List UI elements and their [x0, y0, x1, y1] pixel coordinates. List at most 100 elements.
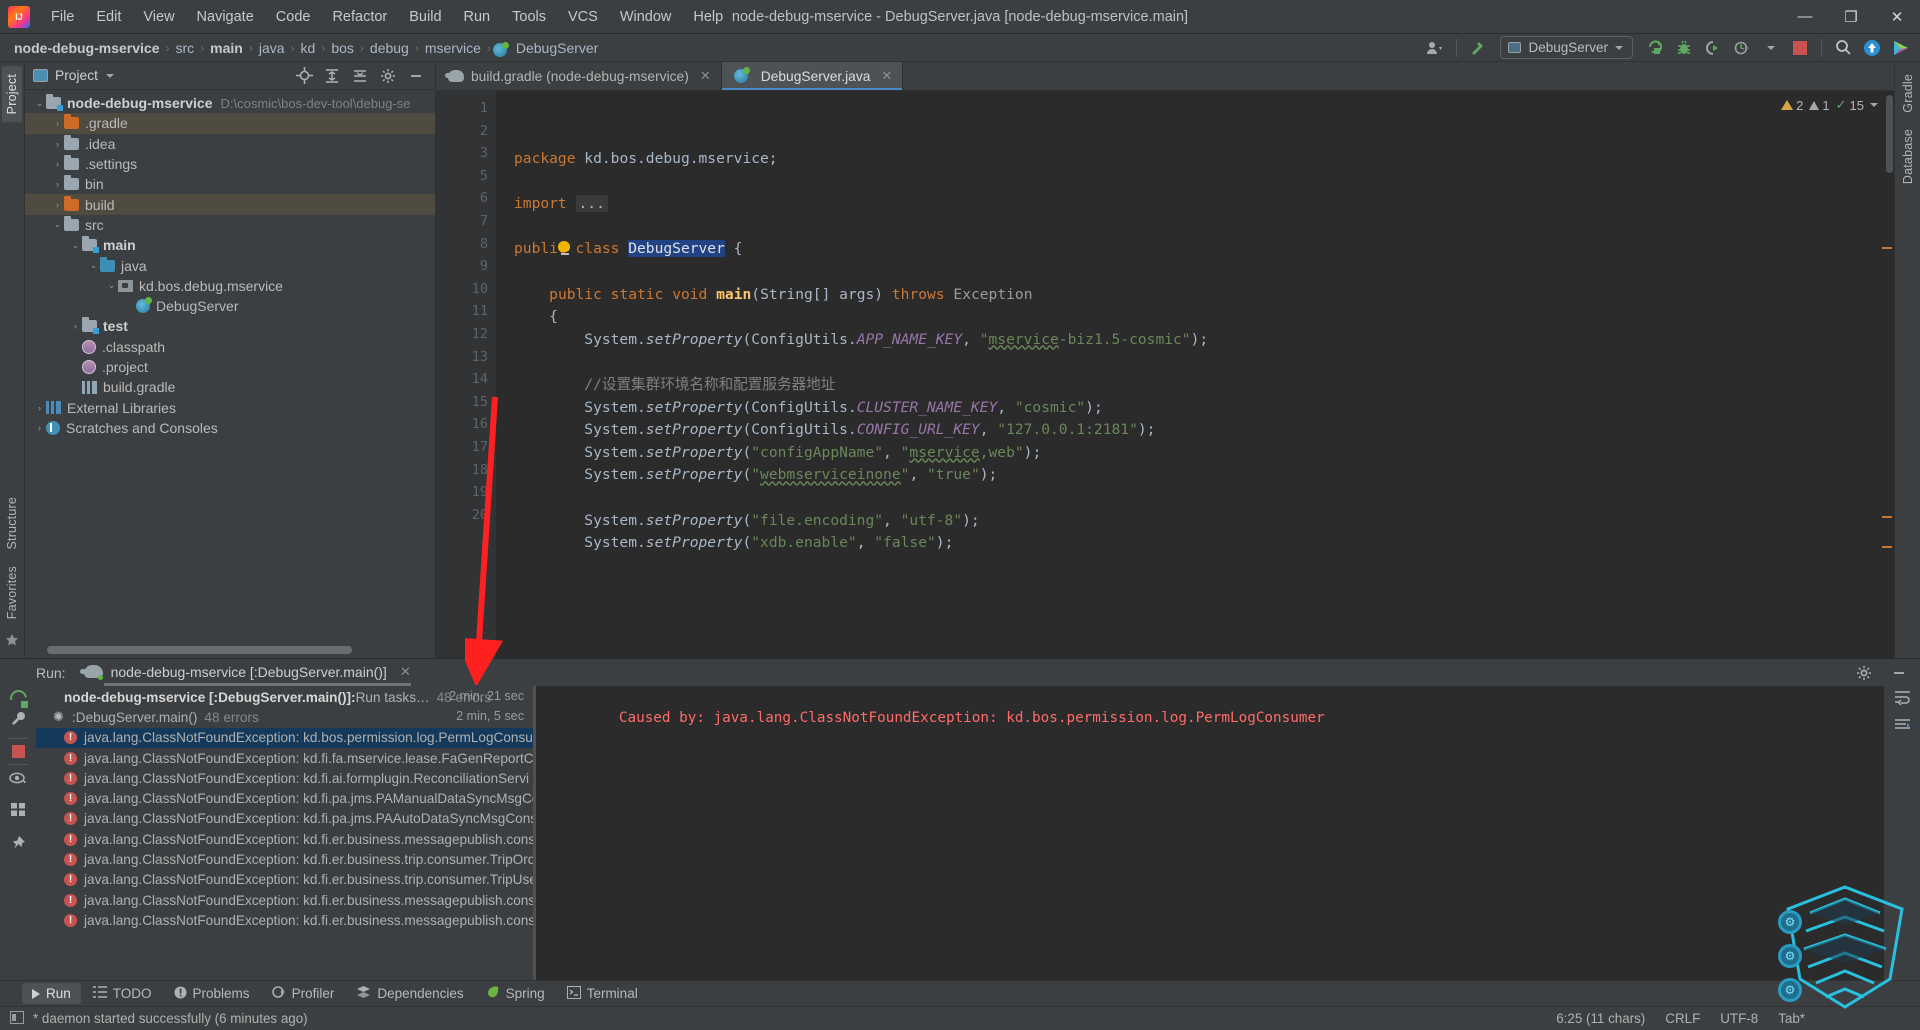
editor-scrollbar[interactable]: [1886, 95, 1893, 173]
breadcrumb-item-project[interactable]: node-debug-mservice: [10, 39, 163, 57]
encoding[interactable]: UTF-8: [1720, 1011, 1758, 1026]
checks-badge[interactable]: ✓ 15: [1836, 97, 1864, 113]
eye-icon[interactable]: [8, 771, 28, 791]
code-line[interactable]: [496, 487, 1880, 510]
tab-run[interactable]: Run: [22, 983, 81, 1004]
menu-build[interactable]: Build: [398, 5, 452, 29]
expand-arrow-icon[interactable]: ⌄: [87, 260, 100, 271]
project-tree[interactable]: ⌄ node-debug-mservice D:\cosmic\bos-dev-to…: [25, 90, 435, 658]
menu-vcs[interactable]: VCS: [557, 5, 609, 29]
code-line[interactable]: public static void main(String[] args) t…: [496, 284, 1880, 307]
gear-icon[interactable]: [375, 64, 401, 88]
close-icon[interactable]: ✕: [400, 664, 411, 680]
menu-window[interactable]: Window: [609, 5, 683, 29]
collapse-all-icon[interactable]: [347, 64, 373, 88]
tab-debugserver-java[interactable]: DebugServer.java ✕: [721, 62, 904, 90]
tab-terminal[interactable]: Terminal: [557, 983, 648, 1005]
expand-arrow-icon[interactable]: ›: [69, 321, 82, 331]
project-horizontal-scrollbar[interactable]: [47, 646, 352, 654]
menu-edit[interactable]: Edit: [85, 5, 132, 29]
expand-arrow-icon[interactable]: ›: [33, 403, 46, 413]
gutter-line[interactable]: 3⊞: [436, 142, 510, 166]
gear-icon[interactable]: [1851, 661, 1877, 685]
run-tree[interactable]: 2 min, 21 sec 2 min, 5 sec node-debug-mse…: [36, 686, 533, 980]
intention-bulb-icon[interactable]: [558, 241, 571, 256]
menu-navigate[interactable]: Navigate: [186, 5, 265, 29]
breadcrumb-item-debugserver[interactable]: DebugServer: [512, 39, 603, 57]
project-tree-row[interactable]: › .idea: [25, 134, 435, 154]
tab-todo[interactable]: TODO: [83, 983, 162, 1004]
project-tree-row[interactable]: › build: [25, 194, 435, 215]
expand-arrow-icon[interactable]: ›: [51, 179, 64, 189]
gutter-line[interactable]: 10: [436, 278, 496, 301]
update-icon[interactable]: [1859, 36, 1885, 60]
rerun-icon[interactable]: [10, 690, 28, 708]
gutter-line[interactable]: 7: [436, 210, 496, 233]
expand-all-icon[interactable]: [319, 64, 345, 88]
code-line[interactable]: import ...: [496, 193, 1880, 216]
code-line[interactable]: System.setProperty(ConfigUtils.APP_NAME_…: [496, 329, 1880, 352]
gutter-line[interactable]: 18: [436, 459, 496, 482]
gutter-line[interactable]: 2: [436, 120, 496, 143]
hide-panel-icon[interactable]: [403, 64, 429, 88]
code-editor[interactable]: package kd.bos.debug.mservice; import ..…: [496, 91, 1880, 658]
profiler-icon[interactable]: [1729, 36, 1755, 60]
expand-arrow-icon[interactable]: ›: [33, 423, 46, 433]
project-tree-row[interactable]: › test: [25, 316, 435, 336]
project-tree-row[interactable]: › External Libraries: [25, 397, 435, 417]
gutter-line[interactable]: 11: [436, 300, 496, 323]
sidebar-item-database[interactable]: Database: [1898, 121, 1918, 192]
stop-icon[interactable]: [11, 745, 25, 758]
project-tree-row[interactable]: ⌄ src: [25, 215, 435, 235]
status-console-icon[interactable]: [10, 1010, 24, 1027]
menu-view[interactable]: View: [132, 5, 185, 29]
gutter-line[interactable]: 16: [436, 413, 496, 436]
scroll-to-end-icon[interactable]: [1893, 718, 1912, 738]
project-tree-row[interactable]: .classpath: [25, 337, 435, 357]
maximize-button[interactable]: ❐: [1828, 0, 1874, 33]
run-console[interactable]: Caused by: java.lang.ClassNotFoundExcept…: [533, 686, 1884, 980]
code-line[interactable]: //设置集群环境名称和配置服务器地址: [496, 374, 1880, 397]
menu-tools[interactable]: Tools: [501, 5, 557, 29]
project-tree-row[interactable]: ⌄ main: [25, 235, 435, 255]
tab-profiler[interactable]: Profiler: [262, 982, 345, 1005]
gutter-line[interactable]: 8: [436, 233, 510, 256]
gutter-line[interactable]: 19: [436, 481, 496, 504]
inspection-widget[interactable]: 2 1 ✓ 15: [1781, 97, 1878, 113]
gutter-line[interactable]: 20: [436, 504, 496, 527]
tab-build-gradle[interactable]: build.gradle (node-debug-mservice) ✕: [436, 62, 722, 90]
breadcrumb-item-kd[interactable]: kd: [297, 39, 320, 57]
sidebar-item-favorites[interactable]: Favorites: [2, 558, 22, 627]
breadcrumb-item-mservice[interactable]: mservice: [421, 39, 485, 57]
gutter-line[interactable]: 1: [436, 97, 496, 120]
expand-arrow-icon[interactable]: ›: [51, 118, 64, 128]
gutter-line[interactable]: 5: [436, 165, 496, 188]
code-line[interactable]: [496, 216, 1880, 239]
code-line[interactable]: System.setProperty(ConfigUtils.CONFIG_UR…: [496, 419, 1880, 442]
run-icon[interactable]: [1642, 36, 1668, 60]
project-tree-row[interactable]: › bin: [25, 174, 435, 194]
weak-warnings-badge[interactable]: 1: [1809, 98, 1830, 113]
tab-problems[interactable]: Problems: [164, 983, 260, 1005]
code-line[interactable]: [496, 555, 1880, 578]
gutter-line[interactable]: 9▾: [436, 255, 510, 279]
expand-arrow-icon[interactable]: ›: [51, 139, 64, 149]
project-tree-row[interactable]: build.gradle: [25, 377, 435, 397]
star-icon[interactable]: [5, 633, 19, 652]
expand-arrow-icon[interactable]: ›: [51, 200, 64, 210]
soft-wrap-icon[interactable]: [1893, 690, 1912, 710]
locate-icon[interactable]: [291, 64, 317, 88]
code-line[interactable]: package kd.bos.debug.mservice;: [496, 148, 1880, 171]
project-tree-row[interactable]: › Scratches and Consoles: [25, 418, 435, 438]
sidebar-item-structure[interactable]: Structure: [2, 489, 22, 558]
gutter-line[interactable]: 15: [436, 391, 496, 414]
project-tree-row[interactable]: ⌄ kd.bos.debug.mservice: [25, 276, 435, 296]
expand-arrow-icon[interactable]: ⌄: [33, 98, 46, 109]
menu-code[interactable]: Code: [265, 5, 322, 29]
expand-arrow-icon[interactable]: ⌄: [105, 280, 118, 291]
code-line[interactable]: [496, 261, 1880, 284]
menu-run[interactable]: Run: [453, 5, 502, 29]
chevron-down-icon[interactable]: [1870, 103, 1878, 107]
gutter-line[interactable]: 17: [436, 436, 496, 459]
close-icon[interactable]: ✕: [700, 68, 711, 84]
